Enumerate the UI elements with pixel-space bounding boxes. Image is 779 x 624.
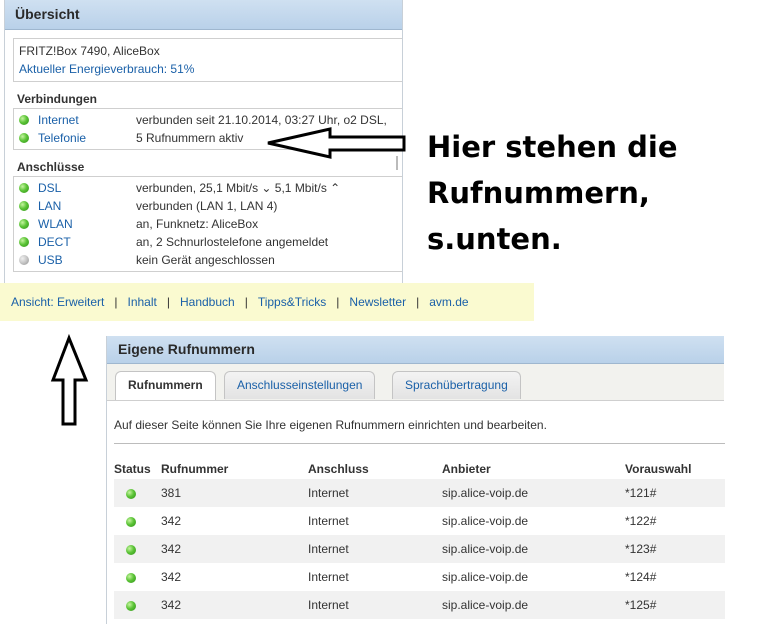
col-rufnummer: Rufnummer [161,462,229,476]
cell-provider: sip.alice-voip.de [442,514,529,528]
cell-connection: Internet [308,514,349,528]
col-vorauswahl: Vorauswahl [625,462,692,476]
status-green-icon [126,516,136,527]
status-green-icon [126,488,136,499]
col-anbieter: Anbieter [442,462,491,476]
up-arrow-icon [50,333,89,426]
tab-rufnummern[interactable]: Rufnummern [115,371,216,400]
intro-text: Auf dieser Seite können Sie Ihre eigenen… [114,418,547,432]
numbers-panel-title: Eigene Rufnummern [107,336,724,364]
col-status: Status [114,462,151,476]
cell-number: 342 [161,570,182,584]
cell-preselect: *123# [625,535,725,563]
col-anschluss: Anschluss [308,462,369,476]
status-green-icon [126,572,136,583]
table-header-row: Status Rufnummer Anschluss Anbieter Vora… [114,459,725,479]
cell-connection: Internet [308,591,442,619]
table-row[interactable]: 342 Internet sip.alice-voip.de *122# [114,507,725,535]
cell-preselect: *125# [625,591,725,619]
cell-provider: sip.alice-voip.de [442,570,529,584]
left-arrow-icon [267,127,406,159]
cell-provider: sip.alice-voip.de [442,591,625,619]
cell-provider: sip.alice-voip.de [442,479,625,507]
cell-number: 381 [161,479,308,507]
tab-sprachuebertragung[interactable]: Sprachübertragung [392,371,521,399]
table-row[interactable]: 342 Internet sip.alice-voip.de *125# [114,591,725,619]
cell-number: 342 [161,591,308,619]
cell-preselect: *122# [625,514,657,528]
cell-number: 342 [161,535,308,563]
status-green-icon [126,600,136,611]
numbers-table: Status Rufnummer Anschluss Anbieter Vora… [114,459,725,619]
cell-connection: Internet [308,570,349,584]
table-row[interactable]: 381 Internet sip.alice-voip.de *121# [114,479,725,507]
numbers-panel: Eigene Rufnummern Rufnummern Anschlussei… [106,336,725,624]
tab-bar: Rufnummern Anschlusseinstellungen Sprach… [107,364,724,401]
divider [114,443,725,444]
status-green-icon [126,544,136,555]
table-row[interactable]: 342 Internet sip.alice-voip.de *123# [114,535,725,563]
cell-preselect: *124# [625,570,657,584]
cell-preselect: *121# [625,479,725,507]
cell-provider: sip.alice-voip.de [442,535,625,563]
cell-connection: Internet [308,479,442,507]
tab-anschlusseinstellungen[interactable]: Anschlusseinstellungen [224,371,376,399]
cell-number: 342 [161,514,182,528]
cell-connection: Internet [308,535,442,563]
table-row[interactable]: 342 Internet sip.alice-voip.de *124# [114,563,725,591]
